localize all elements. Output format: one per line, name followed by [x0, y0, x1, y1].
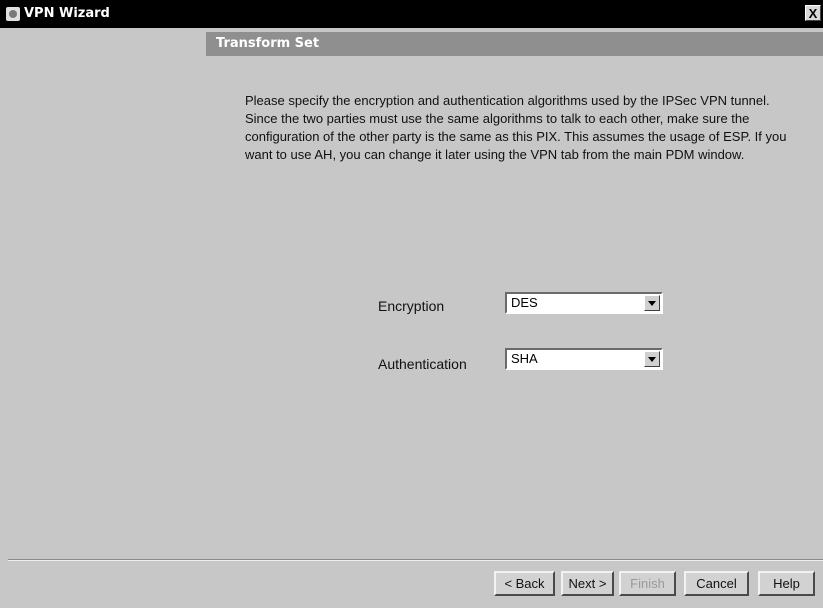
finish-button[interactable]: Finish [619, 571, 676, 596]
footer-divider [8, 559, 823, 561]
chevron-down-icon[interactable] [644, 351, 660, 367]
authentication-label: Authentication [378, 356, 467, 372]
encryption-select[interactable]: DES [505, 292, 663, 314]
authentication-value: SHA [511, 351, 538, 366]
next-button[interactable]: Next > [561, 571, 614, 596]
close-icon[interactable]: X [805, 5, 821, 21]
chevron-down-icon[interactable] [644, 295, 660, 311]
cancel-button[interactable]: Cancel [684, 571, 749, 596]
encryption-label: Encryption [378, 298, 445, 314]
back-button[interactable]: < Back [494, 571, 555, 596]
authentication-select[interactable]: SHA [505, 348, 663, 370]
title-bar: VPN Wizard X [0, 0, 823, 28]
vpn-wizard-icon [6, 7, 20, 21]
instructions-text: Please specify the encryption and authen… [245, 93, 787, 162]
help-button[interactable]: Help [758, 571, 815, 596]
encryption-value: DES [511, 295, 538, 310]
window-title: VPN Wizard [24, 6, 110, 21]
step-header: Transform Set [206, 32, 823, 56]
step-title: Transform Set [216, 36, 320, 51]
